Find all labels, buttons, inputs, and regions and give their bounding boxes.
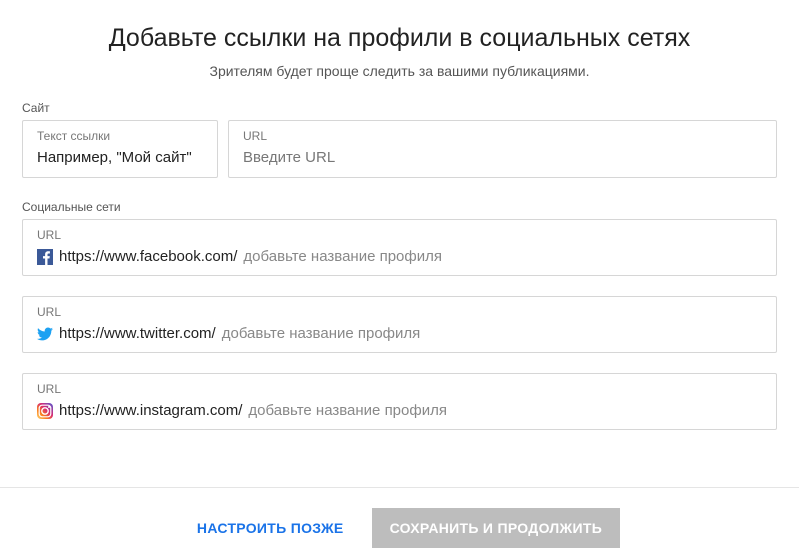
facebook-icon [37, 249, 53, 265]
social-instagram-field[interactable]: URL https://www.instagram.com/добавьте н… [22, 373, 777, 430]
setup-later-button[interactable]: НАСТРОИТЬ ПОЗЖЕ [179, 508, 362, 548]
site-url-label: URL [243, 129, 762, 143]
twitter-icon [37, 326, 53, 342]
social-url-label: URL [37, 382, 762, 396]
social-prefix: https://www.facebook.com/ [59, 248, 237, 265]
footer: НАСТРОИТЬ ПОЗЖЕ СОХРАНИТЬ И ПРОДОЛЖИТЬ [0, 487, 799, 548]
save-continue-button[interactable]: СОХРАНИТЬ И ПРОДОЛЖИТЬ [372, 508, 621, 548]
social-twitter-field[interactable]: URL https://www.twitter.com/добавьте наз… [22, 296, 777, 353]
page-subtitle: Зрителям будет проще следить за вашими п… [22, 63, 777, 79]
instagram-icon [37, 403, 53, 419]
site-url-placeholder: Введите URL [243, 149, 762, 167]
page-title: Добавьте ссылки на профили в социальных … [22, 24, 777, 53]
social-facebook-field[interactable]: URL https://www.facebook.com/добавьте на… [22, 219, 777, 276]
social-section-label: Социальные сети [22, 200, 777, 214]
social-suffix: добавьте название профиля [222, 325, 421, 342]
site-text-field[interactable]: Текст ссылки Например, "Мой сайт" [22, 120, 218, 178]
site-text-label: Текст ссылки [37, 129, 203, 143]
social-url-label: URL [37, 305, 762, 319]
social-url-label: URL [37, 228, 762, 242]
site-text-value: Например, "Мой сайт" [37, 149, 203, 167]
site-section-label: Сайт [22, 101, 777, 115]
site-url-field[interactable]: URL Введите URL [228, 120, 777, 178]
social-prefix: https://www.twitter.com/ [59, 325, 216, 342]
social-prefix: https://www.instagram.com/ [59, 402, 242, 419]
social-suffix: добавьте название профиля [248, 402, 447, 419]
social-suffix: добавьте название профиля [243, 248, 442, 265]
